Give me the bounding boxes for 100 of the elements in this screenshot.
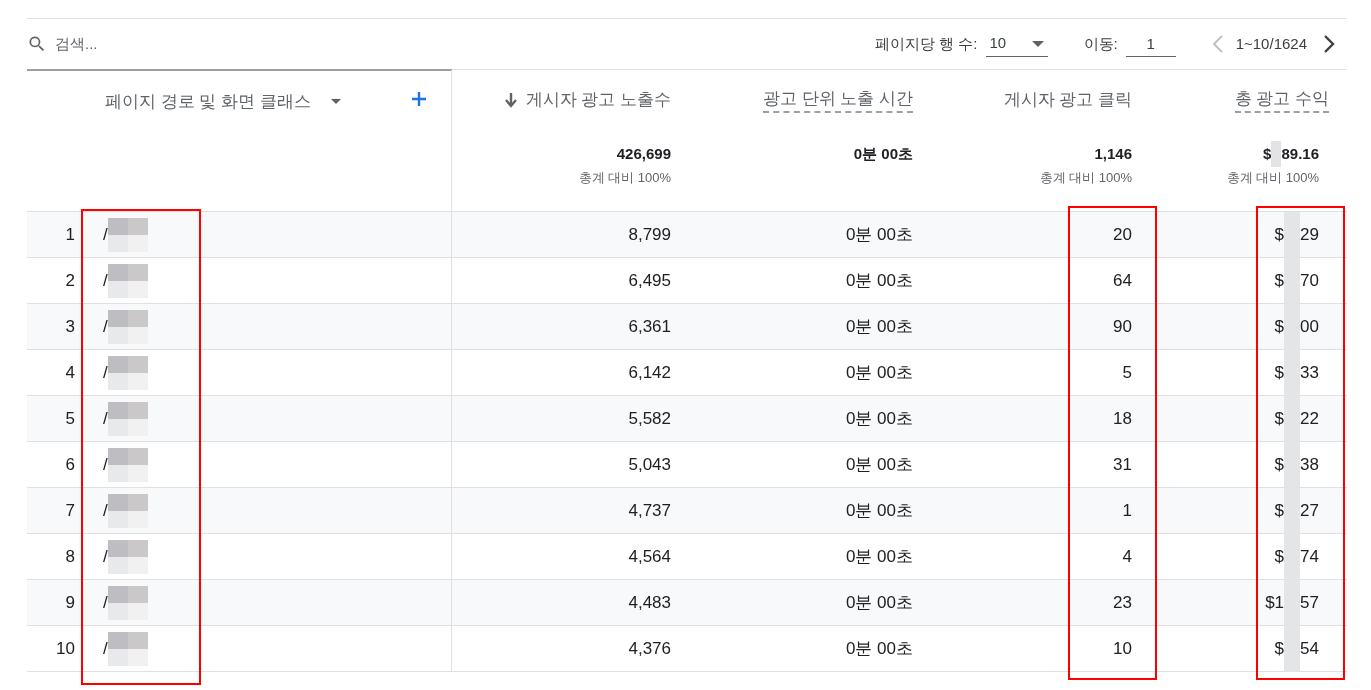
search-icon	[27, 34, 47, 54]
add-dimension-button[interactable]	[410, 91, 427, 107]
page-path[interactable]: /	[103, 268, 108, 294]
revenue-value: 74	[1300, 546, 1319, 569]
total-value: 1,146	[1094, 143, 1132, 164]
revenue-value: $	[1274, 316, 1285, 339]
revenue-value: 70	[1300, 270, 1319, 293]
redaction-block	[107, 632, 148, 666]
revenue-value: 27	[1300, 500, 1319, 523]
table-cell-text: 6,495	[628, 270, 671, 293]
page-path[interactable]: /	[103, 222, 108, 248]
total-share: 총계 대비 100%	[1039, 169, 1132, 187]
table-cell-text: 31	[1113, 454, 1132, 477]
table-cell-text: 20	[1113, 224, 1132, 247]
page-path[interactable]: /	[103, 406, 108, 432]
table-cell-text: 23	[1113, 592, 1132, 615]
revenue-value: $	[1274, 362, 1285, 385]
revenue-value: 54	[1300, 638, 1319, 661]
page-path[interactable]: /	[103, 314, 108, 340]
table-cell-text: 0분 00초	[845, 454, 913, 477]
plus-icon	[410, 91, 427, 107]
column-header[interactable]: 게시자 광고 노출수	[525, 88, 671, 112]
row-number: 1	[65, 224, 75, 247]
table-cell-text: 1	[1122, 500, 1132, 523]
table-cell-text: 4,483	[628, 592, 671, 615]
redaction-block	[107, 494, 148, 528]
total-share: 총계 대비 100%	[1226, 169, 1319, 187]
column-header[interactable]: 총 광고 수익	[1234, 87, 1329, 113]
revenue-value: $	[1274, 224, 1285, 247]
row-number: 9	[65, 592, 75, 615]
revenue-value: $	[1274, 408, 1285, 431]
row-number: 10	[56, 638, 75, 661]
redaction-block	[107, 310, 148, 344]
redaction-block	[107, 586, 148, 620]
redaction-block	[107, 448, 148, 482]
row-number: 6	[65, 454, 75, 477]
page-path[interactable]: /	[103, 544, 108, 570]
revenue-value: 22	[1300, 408, 1319, 431]
dropdown-caret-icon[interactable]	[330, 99, 341, 105]
page-path[interactable]: /	[103, 498, 108, 524]
page-path[interactable]: /	[103, 636, 108, 662]
table-cell-text: 0분 00초	[845, 500, 913, 523]
revenue-value: $	[1274, 638, 1285, 661]
rows-per-page-select[interactable]: 10	[985, 31, 1048, 57]
revenue-value: $	[1274, 270, 1285, 293]
caret-icon	[1031, 40, 1044, 47]
table-cell-text: 0분 00초	[845, 316, 913, 339]
table-cell-text: 5,043	[628, 454, 671, 477]
row-number: 4	[65, 362, 75, 385]
total-value: $	[1263, 143, 1272, 164]
row-number: 5	[65, 408, 75, 431]
revenue-value: $1	[1265, 592, 1285, 615]
revenue-value: $	[1274, 454, 1285, 477]
table-cell-text: 4	[1122, 546, 1132, 569]
table-cell-text: 90	[1113, 316, 1132, 339]
total-value: 426,699	[616, 143, 671, 164]
revenue-value: 57	[1300, 592, 1319, 615]
revenue-value: 00	[1300, 316, 1319, 339]
row-number: 3	[65, 316, 75, 339]
revenue-value: $	[1274, 546, 1285, 569]
table-cell-text: 0분 00초	[845, 638, 913, 661]
column-header[interactable]: 게시자 광고 클릭	[1003, 88, 1132, 112]
page-path[interactable]: /	[103, 452, 108, 478]
row-number: 8	[65, 546, 75, 569]
table-cell-text: 10	[1113, 638, 1132, 661]
table-cell-text: 0분 00초	[845, 592, 913, 615]
revenue-value: 29	[1300, 224, 1319, 247]
redaction-block	[1271, 141, 1282, 167]
revenue-value: $	[1274, 500, 1285, 523]
redaction-block	[107, 402, 148, 436]
table-cell-text: 0분 00초	[845, 270, 913, 293]
total-value: 89.16	[1281, 143, 1319, 164]
search-field[interactable]: 검색...	[55, 32, 355, 56]
redaction-block	[107, 540, 148, 574]
table-cell-text: 0분 00초	[845, 546, 913, 569]
table-cell-text: 6,361	[628, 316, 671, 339]
redaction-block	[107, 264, 148, 298]
revenue-value: 38	[1300, 454, 1319, 477]
page-input[interactable]: 1	[1125, 31, 1176, 57]
row-number: 2	[65, 270, 75, 293]
table-cell-text: 18	[1113, 408, 1132, 431]
total-value: 0분 00초	[853, 143, 913, 164]
go-to-label: 이동:	[1083, 33, 1118, 54]
table-cell-text: 5	[1122, 362, 1132, 385]
total-share: 총계 대비 100%	[578, 169, 671, 187]
table-cell-text: 8,799	[628, 224, 671, 247]
page-path[interactable]: /	[103, 590, 108, 616]
page-range: 1~10/1624	[1235, 33, 1307, 54]
table-cell-text: 0분 00초	[845, 362, 913, 385]
column-header[interactable]: 페이지 경로 및 화면 클래스	[105, 89, 311, 115]
sort-down-icon[interactable]	[503, 92, 518, 108]
row-number: 7	[65, 500, 75, 523]
column-header[interactable]: 광고 단위 노출 시간	[762, 87, 913, 113]
rows-per-page-label: 페이지당 행 수:	[875, 33, 978, 54]
table-cell-text: 5,582	[628, 408, 671, 431]
page-path[interactable]: /	[103, 360, 108, 386]
table-cell-text: 4,737	[628, 500, 671, 523]
table-cell-text: 0분 00초	[845, 408, 913, 431]
redaction-block	[107, 218, 148, 252]
redaction-block	[107, 356, 148, 390]
